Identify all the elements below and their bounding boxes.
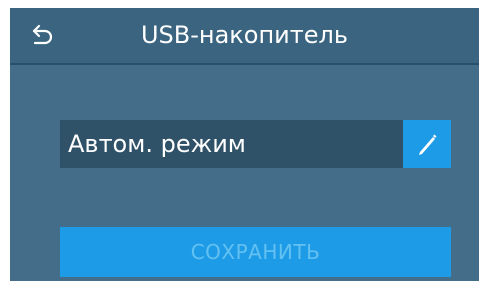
mode-value: Автом. режим [68,130,246,158]
back-button[interactable] [28,20,58,50]
save-button[interactable]: СОХРАНИТЬ [60,227,451,277]
back-arrow-icon [32,24,53,45]
mode-field[interactable]: Автом. режим [60,120,403,168]
device-screen: USB-накопитель Автом. режим СОХРАНИТЬ [10,8,479,281]
header-bar: USB-накопитель [10,8,479,65]
pencil-icon [419,134,437,155]
page-title: USB-накопитель [140,21,349,49]
edit-button[interactable] [403,120,451,168]
